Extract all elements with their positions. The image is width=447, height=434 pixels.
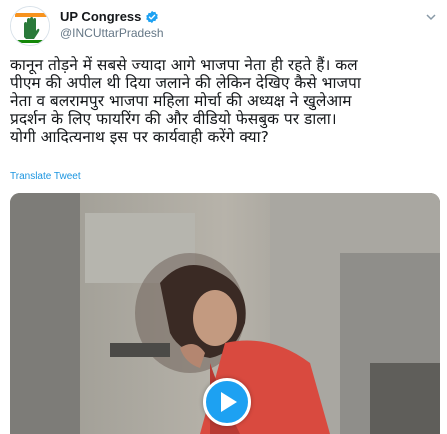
play-button[interactable] (203, 378, 251, 426)
tweet-header: UP Congress @INCUttarPradesh (10, 6, 440, 46)
tweet-card: UP Congress @INCUttarPradesh कानून तोड़न… (0, 0, 447, 434)
handle[interactable]: @INCUttarPradesh (60, 26, 164, 40)
name-row: UP Congress (60, 9, 159, 24)
chevron-down-icon[interactable] (424, 10, 438, 24)
display-name[interactable]: UP Congress (60, 9, 141, 24)
avatar[interactable] (10, 6, 50, 46)
verified-badge-icon (146, 10, 159, 23)
tweet-text: कानून तोड़ने में सबसे ज्यादा आगे भाजपा न… (10, 56, 361, 146)
congress-hand-logo-icon (11, 7, 49, 45)
play-icon (221, 392, 237, 412)
translate-tweet-link[interactable]: Translate Tweet (10, 171, 81, 182)
tweet-video[interactable] (10, 193, 440, 434)
